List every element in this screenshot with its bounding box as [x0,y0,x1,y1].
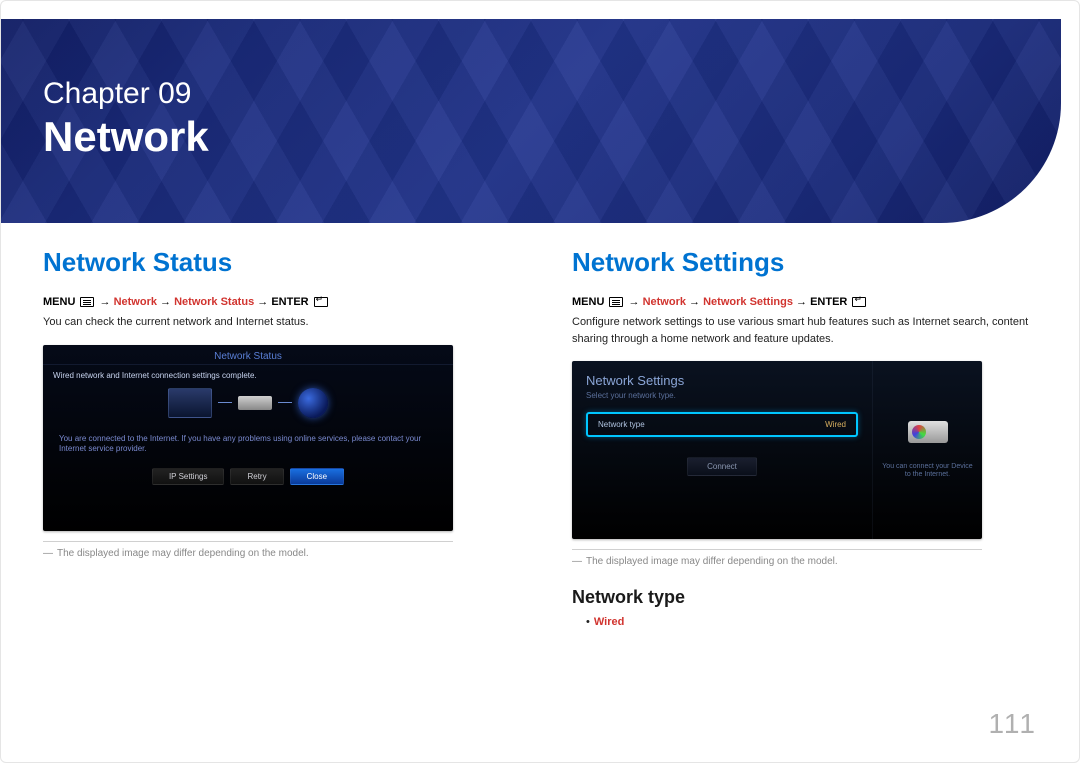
nav-path-settings: MENU → Network → Network Settings → ENTE… [572,296,1037,308]
close-button: Close [290,468,344,485]
router-icon [238,396,272,410]
field-label: Network type [598,420,645,429]
footnote-text: The displayed image may differ depending… [586,556,838,567]
nav-sep: → [100,296,114,308]
page-number: 111 [988,708,1037,740]
nav-network: Network [643,296,686,308]
network-type-wired: Wired [594,616,624,628]
menu-label: MENU [572,296,604,308]
ss2-left-panel: Network Settings Select your network typ… [572,361,872,539]
ss-button-row: IP Settings Retry Close [43,468,453,493]
menu-icon [609,297,623,307]
retry-button: Retry [230,468,283,485]
chapter-title: Network [43,113,209,161]
ss-info: You are connected to the Internet. If yo… [43,426,453,469]
footnote-left: ― The displayed image may differ dependin… [43,548,453,559]
menu-icon [80,297,94,307]
divider [43,541,453,542]
ss-message: Wired network and Internet connection se… [43,365,453,380]
connect-button: Connect [687,457,757,476]
settings-description: Configure network settings to use variou… [572,314,1037,347]
divider [572,549,982,550]
network-status-screenshot: Network Status Wired network and Interne… [43,345,453,531]
right-column: Network Settings MENU → Network → Networ… [572,247,1037,628]
menu-label: MENU [43,296,75,308]
ss2-hint: You can connect your Device to the Inter… [881,463,974,480]
field-value: Wired [825,420,846,429]
nav-network-status: Network Status [174,296,254,308]
dash: ― [43,548,53,559]
ss2-title: Network Settings [586,373,858,388]
ip-settings-button: IP Settings [152,468,225,485]
network-type-field: Network type Wired [586,412,858,437]
network-type-list: • Wired [572,616,1037,628]
connection-line [218,402,232,403]
enter-icon [852,297,866,307]
nav-sep: → [257,296,271,308]
connection-line [278,402,292,403]
nav-network-settings: Network Settings [703,296,793,308]
device-icon [168,388,212,418]
manual-page: Chapter 09 Network Network Status MENU →… [0,0,1080,763]
bullet-dot: • [586,616,590,628]
footnote-right: ― The displayed image may differ dependin… [572,556,982,567]
status-description: You can check the current network and In… [43,314,508,331]
ss2-subtitle: Select your network type. [586,391,858,400]
nav-sep: → [689,296,703,308]
enter-label: ENTER [271,296,308,308]
enter-icon [314,297,328,307]
network-settings-screenshot: Network Settings Select your network typ… [572,361,982,539]
subsection-network-type: Network type [572,587,1037,608]
nav-path-status: MENU → Network → Network Status → ENTER [43,296,508,308]
globe-icon [298,388,328,418]
ss-title: Network Status [43,345,453,365]
enter-label: ENTER [810,296,847,308]
chapter-banner: Chapter 09 Network [1,19,1061,223]
dash: ― [572,556,582,567]
ss2-right-panel: You can connect your Device to the Inter… [872,361,982,539]
footnote-text: The displayed image may differ depending… [57,548,309,559]
section-heading-settings: Network Settings [572,247,1037,278]
section-heading-status: Network Status [43,247,508,278]
chapter-label: Chapter 09 [43,77,191,111]
left-column: Network Status MENU → Network → Network … [43,247,508,628]
nav-sep: → [160,296,174,308]
nav-network: Network [114,296,157,308]
content-area: Network Status MENU → Network → Network … [1,223,1079,628]
nav-sep: → [629,296,643,308]
plug-icon [908,421,948,443]
nav-sep: → [796,296,810,308]
ss-diagram [43,380,453,426]
